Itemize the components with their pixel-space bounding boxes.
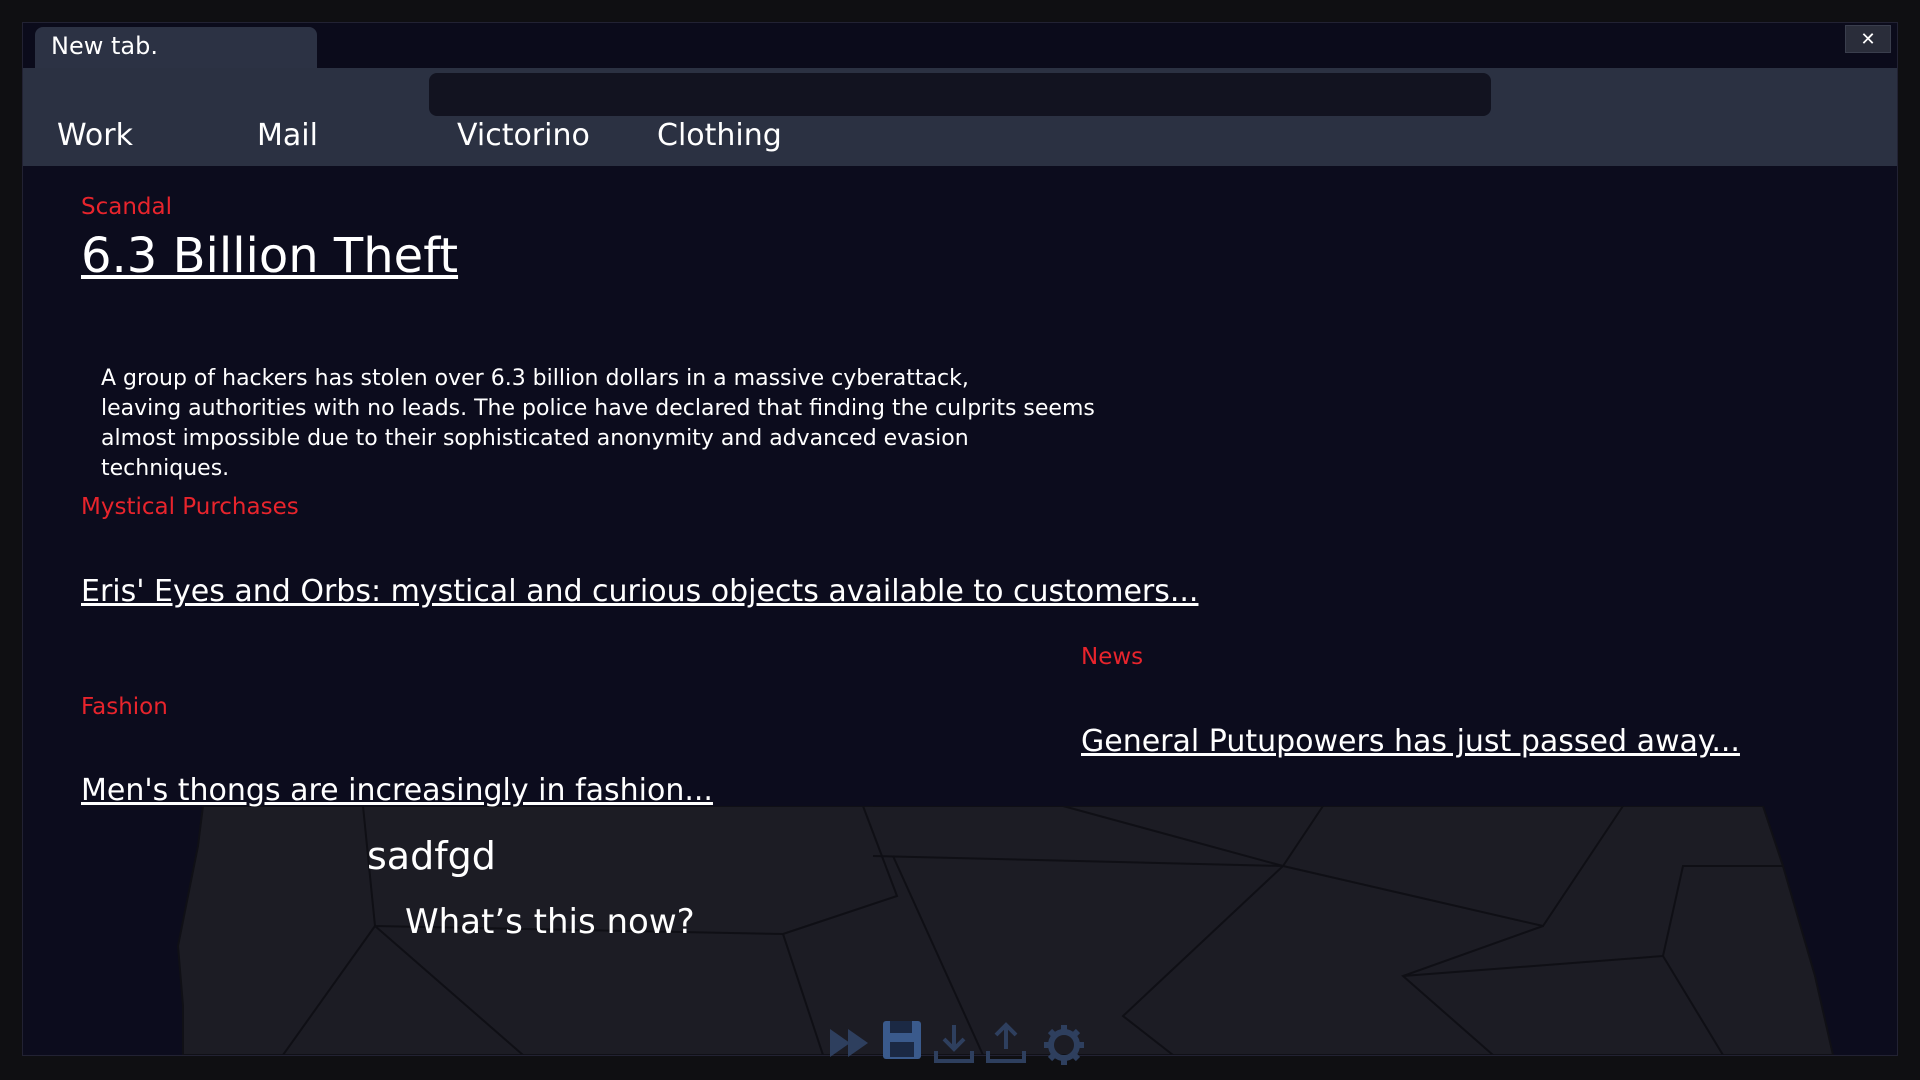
dialogue-text[interactable]: What’s this now? <box>405 902 695 942</box>
article-body-line: almost impossible due to their sophistic… <box>101 426 969 481</box>
headline-eris-eyes[interactable]: Eris' Eyes and Orbs: mystical and curiou… <box>81 574 1198 609</box>
category-mystical: Mystical Purchases <box>81 494 299 520</box>
upload-icon[interactable] <box>984 1021 1028 1065</box>
load-icon[interactable] <box>932 1021 976 1065</box>
bookmark-victorino[interactable]: Victorino <box>457 118 590 153</box>
toolbar: Work Mail Victorino Clothing <box>23 68 1897 166</box>
category-fashion: Fashion <box>81 694 168 720</box>
tab-strip: New tab. ✕ <box>23 23 1897 69</box>
article-body-line: A group of hackers has stolen over 6.3 b… <box>101 366 969 391</box>
bookmark-clothing[interactable]: Clothing <box>657 118 782 153</box>
article-body-theft: A group of hackers has stolen over 6.3 b… <box>101 364 1101 484</box>
headline-general-putupowers[interactable]: General Putupowers has just passed away.… <box>1081 724 1740 759</box>
tab-new-tab[interactable]: New tab. <box>35 27 317 69</box>
category-news: News <box>1081 644 1144 670</box>
category-scandal: Scandal <box>81 194 173 220</box>
save-icon[interactable] <box>880 1018 924 1062</box>
headline-mens-thongs[interactable]: Men's thongs are increasingly in fashion… <box>81 773 713 808</box>
tab-title: New tab. <box>51 32 158 60</box>
dialogue-speaker-name: sadfgd <box>367 834 496 878</box>
news-page: Scandal 6.3 Billion Theft A group of hac… <box>23 166 1897 1055</box>
address-bar[interactable] <box>429 73 1491 116</box>
background-rock-shape <box>176 806 1835 1055</box>
close-button[interactable]: ✕ <box>1845 25 1891 53</box>
browser-window: New tab. ✕ Work Mail Victorino Clothing … <box>22 22 1898 1056</box>
bookmark-mail[interactable]: Mail <box>257 118 318 153</box>
fast-forward-icon[interactable] <box>828 1021 872 1065</box>
article-body-line: leaving authorities with no leads. The p… <box>101 396 1095 421</box>
headline-billion-theft[interactable]: 6.3 Billion Theft <box>81 228 458 284</box>
bookmark-work[interactable]: Work <box>57 118 133 153</box>
settings-gear-icon[interactable] <box>1042 1023 1086 1067</box>
